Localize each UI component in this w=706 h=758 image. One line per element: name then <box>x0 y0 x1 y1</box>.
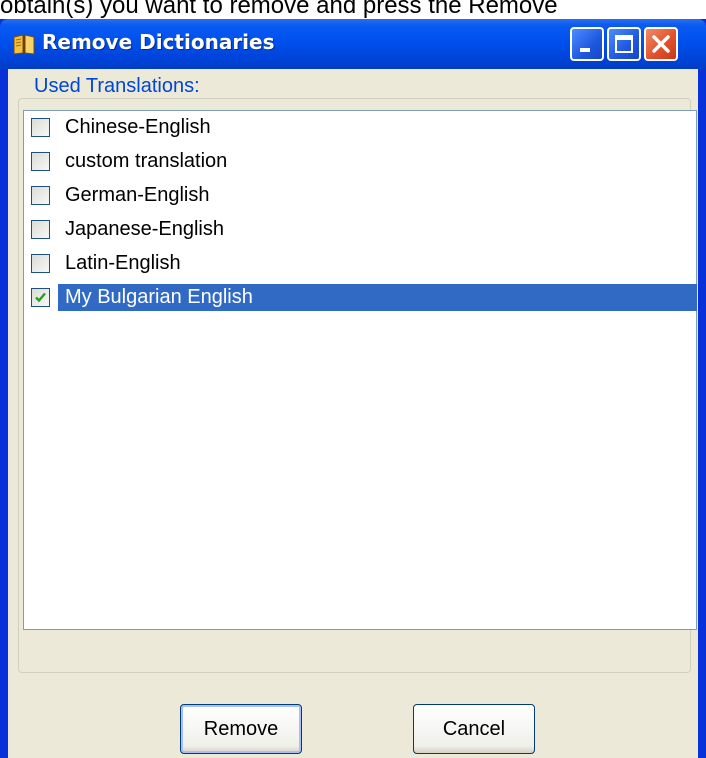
list-item-label: Japanese-English <box>65 218 224 240</box>
remove-button[interactable]: Remove <box>180 704 302 754</box>
title-bar[interactable]: Remove Dictionaries <box>0 19 706 69</box>
maximize-icon <box>615 35 633 53</box>
list-item-label: My Bulgarian English <box>58 284 697 311</box>
list-item[interactable]: custom translation <box>24 145 696 178</box>
dialog-client-area: Used Translations: Chinese-English custo… <box>8 69 698 758</box>
checkbox[interactable] <box>31 118 50 137</box>
list-item[interactable]: Chinese-English <box>24 111 696 144</box>
list-item[interactable]: German-English <box>24 179 696 212</box>
close-button[interactable] <box>644 27 678 61</box>
checkbox[interactable] <box>31 220 50 239</box>
list-item-selected[interactable]: My Bulgarian English <box>24 281 697 314</box>
list-item-label: Latin-English <box>65 252 181 274</box>
close-icon <box>652 35 670 53</box>
checkbox[interactable] <box>31 186 50 205</box>
list-item-label: custom translation <box>65 150 228 172</box>
checkbox-checked[interactable] <box>31 288 50 307</box>
minimize-icon <box>580 48 590 52</box>
window-title: Remove Dictionaries <box>42 30 275 54</box>
list-item[interactable]: Latin-English <box>24 247 696 280</box>
list-item-label: Chinese-English <box>65 116 211 138</box>
remove-dictionaries-dialog: Remove Dictionaries Used Translations: C… <box>0 19 706 758</box>
group-legend: Used Translations: <box>30 75 204 98</box>
list-item[interactable]: Japanese-English <box>24 213 696 246</box>
list-item-label: German-English <box>65 184 210 206</box>
translations-listbox[interactable]: Chinese-English custom translation Germa… <box>23 110 697 630</box>
dictionary-book-icon <box>12 32 36 56</box>
minimize-button[interactable] <box>570 27 604 61</box>
checkmark-icon <box>35 292 46 303</box>
checkbox[interactable] <box>31 152 50 171</box>
checkbox[interactable] <box>31 254 50 273</box>
maximize-button[interactable] <box>607 27 641 61</box>
cancel-button[interactable]: Cancel <box>413 704 535 754</box>
